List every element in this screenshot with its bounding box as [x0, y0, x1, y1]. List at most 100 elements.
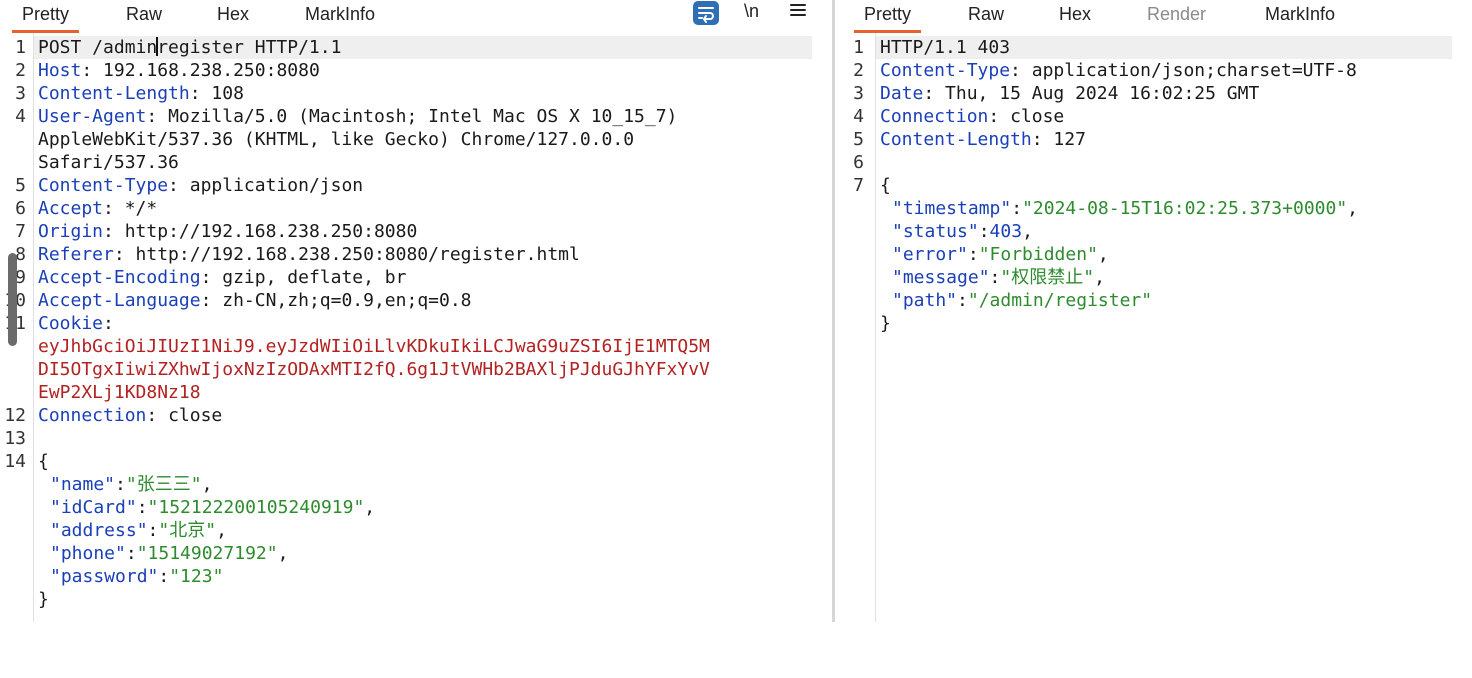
request-tab-raw[interactable]: Raw: [126, 0, 162, 30]
line-content: "name":"张三三",: [50, 473, 212, 496]
line-text: {: [880, 175, 891, 196]
line-content: Connection: close: [880, 105, 1064, 128]
code-line: "address":"北京",: [0, 519, 832, 542]
header-name: Accept-Language: [38, 290, 201, 311]
code-line: 1 HTTP/1.1 403: [836, 36, 1472, 59]
response-tab-pretty[interactable]: Pretty: [854, 0, 922, 33]
code-line: 3 Content-Length: 108: [0, 82, 832, 105]
line-content: Accept-Encoding: gzip, deflate, br: [38, 266, 406, 289]
response-tab-raw[interactable]: Raw: [968, 0, 1004, 30]
header-colon: :: [923, 83, 946, 104]
request-line-end: register HTTP/1.1: [157, 37, 342, 58]
json-comma: ,: [1094, 267, 1105, 288]
header-value: zh-CN,zh;q=0.9,en;q=0.8: [222, 290, 472, 311]
line-content: User-Agent: Mozilla/5.0 (Macintosh; Inte…: [38, 105, 677, 128]
json-string: "123": [169, 566, 224, 587]
line-content: }: [880, 312, 891, 335]
cookie-value-continued: eyJhbGciOiJIUzI1NiJ9.eyJzdWIiOiLlvKDkuIk…: [38, 336, 710, 357]
header-colon: :: [1010, 60, 1032, 81]
code-line: 2 Content-Type: application/json;charset=…: [836, 59, 1472, 82]
header-value-continued: AppleWebKit/537.36 (KHTML, like Gecko) C…: [38, 129, 635, 150]
line-number: 7: [853, 175, 864, 196]
code-line: }: [0, 588, 832, 611]
code-line: 12 Connection: close: [0, 404, 832, 427]
json-comma: ,: [364, 497, 376, 518]
response-editor[interactable]: 1 HTTP/1.1 403 2 Content-Type: application/…: [836, 33, 1472, 622]
json-comma: ,: [277, 543, 289, 564]
header-colon: :: [168, 175, 190, 196]
header-colon: :: [113, 244, 136, 265]
header-value: Mozilla/5.0 (Macintosh; Intel Mac OS X 1…: [168, 106, 678, 127]
code-line: 6 Accept: */*: [0, 197, 832, 220]
response-pane: Pretty Raw Hex Render MarkInfo 1 HTTP/1.1…: [836, 0, 1472, 622]
code-line: 5 Content-Type: application/json: [0, 174, 832, 197]
json-colon: :: [125, 543, 137, 564]
header-name: Accept: [38, 198, 104, 219]
line-content: Connection: close: [38, 404, 222, 427]
line-number: 7: [15, 221, 26, 242]
header-value: gzip, deflate, br: [222, 267, 407, 288]
pane-divider[interactable]: [832, 0, 835, 622]
header-value: 108: [211, 83, 244, 104]
header-name: User-Agent: [38, 106, 147, 127]
request-tab-hex[interactable]: Hex: [217, 0, 249, 30]
header-value: */*: [124, 198, 158, 219]
request-tab-markinfo[interactable]: MarkInfo: [305, 0, 375, 30]
header-name: Content-Type: [880, 60, 1011, 81]
code-line: 2 Host: 192.168.238.250:8080: [0, 59, 832, 82]
line-number: 14: [4, 451, 26, 472]
code-line: 11Cookie:: [0, 312, 832, 335]
json-key: "idCard": [50, 497, 137, 518]
line-content: {: [880, 174, 891, 197]
header-name: Content-Length: [880, 129, 1032, 150]
json-colon: :: [967, 244, 979, 265]
json-colon: :: [136, 497, 148, 518]
hamburger-menu-icon: [790, 4, 806, 16]
json-string: "2024-08-15T16:02:25.373+0000": [1022, 198, 1348, 219]
line-number: 12: [4, 405, 26, 426]
header-colon: :: [200, 267, 223, 288]
response-tab-hex[interactable]: Hex: [1059, 0, 1091, 30]
json-comma: ,: [1347, 198, 1359, 219]
header-name: Host: [38, 60, 82, 81]
json-key: "phone": [50, 543, 126, 564]
request-tab-pretty[interactable]: Pretty: [12, 0, 80, 33]
line-text: }: [880, 313, 891, 334]
json-string: "张三三": [125, 474, 202, 495]
request-editor[interactable]: 1 POST /adminregister HTTP/1.1 2 Host: 192.…: [0, 33, 832, 622]
header-name: Accept-Encoding: [38, 267, 201, 288]
cookie-value-continued: DI5OTgxIiwiZXhwIjoxNzIzODAxMTI2fQ.6g1JtV…: [38, 359, 710, 380]
line-number: 2: [853, 60, 864, 81]
json-key: "error": [892, 244, 968, 265]
code-line: 9 Accept-Encoding: gzip, deflate, br: [0, 266, 832, 289]
json-string: "Forbidden": [978, 244, 1098, 265]
header-name: Referer: [38, 244, 114, 265]
json-colon: :: [115, 474, 126, 495]
code-line: "phone":"15149027192",: [0, 542, 832, 565]
wrap-lines-button[interactable]: [693, 1, 719, 25]
show-newlines-button[interactable]: \n: [744, 0, 759, 24]
header-colon: :: [103, 313, 125, 334]
code-line: 14 {: [0, 450, 832, 473]
line-content: Content-Length: 127: [880, 128, 1086, 151]
line-content: Content-Length: 108: [38, 82, 244, 105]
line-number: 3: [15, 83, 26, 104]
code-line: 3 Date: Thu, 15 Aug 2024 16:02:25 GMT: [836, 82, 1472, 105]
line-content: {: [38, 450, 49, 473]
code-line: "error":"Forbidden",: [836, 243, 1472, 266]
json-key: "password": [50, 566, 159, 587]
response-tab-markinfo[interactable]: MarkInfo: [1265, 0, 1335, 30]
code-line: EwP2XLj1KD8Nz18: [0, 381, 832, 404]
request-scrollbar-thumb[interactable]: [8, 253, 17, 346]
code-line: 4 User-Agent: Mozilla/5.0 (Macintosh; Int…: [0, 105, 832, 128]
json-string: "15149027192": [136, 543, 278, 564]
header-name: Content-Length: [38, 83, 190, 104]
line-content: Accept: */*: [38, 197, 157, 220]
line-text: HTTP/1.1 403: [880, 37, 1011, 58]
header-value-continued: Safari/537.36: [38, 152, 179, 173]
line-content: EwP2XLj1KD8Nz18: [38, 381, 201, 404]
line-content: "status":403,: [892, 220, 1033, 243]
code-line: 1 POST /adminregister HTTP/1.1: [0, 36, 832, 59]
menu-button[interactable]: [789, 0, 807, 22]
header-name: Cookie: [38, 313, 104, 334]
